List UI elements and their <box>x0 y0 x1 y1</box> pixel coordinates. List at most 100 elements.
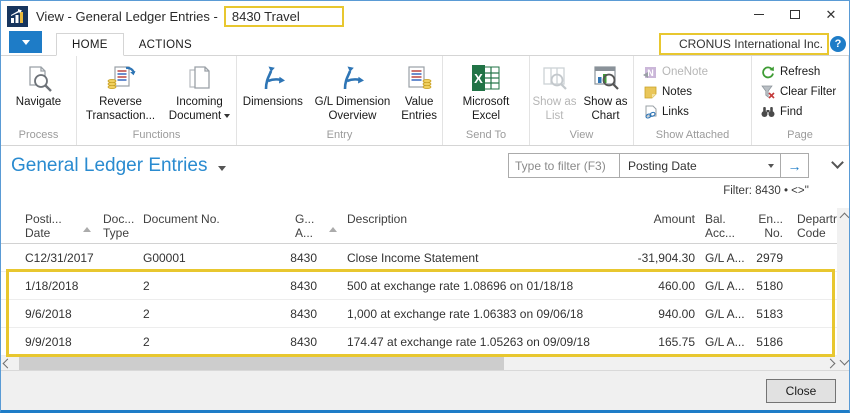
gl-dimension-overview-button[interactable]: G/L Dimension Overview <box>309 58 397 123</box>
notes-icon <box>642 85 658 99</box>
incoming-document-button[interactable]: Incoming Document <box>164 58 236 123</box>
ribbon-group-view: Show as List Show as Chart <box>530 56 634 145</box>
ribbon-group-send-to: X Microsoft Excel Send To <box>443 56 530 145</box>
maximize-icon <box>790 10 800 19</box>
ribbon-group-label: Functions <box>77 128 236 145</box>
page-title-caret-icon <box>218 166 226 171</box>
col-bal-account[interactable]: Bal.Acc... <box>697 212 749 240</box>
sort-ascending-icon <box>83 227 91 232</box>
window-controls: ✕ <box>741 1 849 27</box>
navigate-button[interactable]: Navigate <box>4 58 74 110</box>
collapse-filter-chevron-icon[interactable] <box>831 156 844 169</box>
application-menu-button[interactable] <box>9 31 42 53</box>
tab-home[interactable]: HOME <box>56 33 124 56</box>
dropdown-caret-icon <box>224 114 230 118</box>
close-icon: ✕ <box>826 8 837 21</box>
sort-ascending-icon <box>329 227 337 232</box>
ribbon-group-label: Page <box>752 128 848 145</box>
col-entry-no[interactable]: En...No. <box>749 212 783 240</box>
footer-bar: Close <box>1 370 849 410</box>
links-icon <box>642 105 658 119</box>
dynamics-nav-app-icon <box>7 6 28 27</box>
reverse-transaction-button[interactable]: Reverse Transaction... <box>78 58 164 123</box>
grid-header-row[interactable]: Posti...Date Doc...Type Document No. G..… <box>1 208 837 244</box>
page-header: General Ledger Entries Posting Date → Fi… <box>1 146 849 208</box>
horizontal-scrollbar[interactable] <box>1 356 837 370</box>
ribbon-tab-row: HOME ACTIONS CRONUS International Inc. ? <box>1 31 849 56</box>
scroll-down-icon[interactable] <box>840 356 850 366</box>
col-posting-date[interactable]: Posti...Date <box>9 212 95 240</box>
col-description[interactable]: Description <box>339 212 609 226</box>
ribbon-group-label: Process <box>1 128 76 145</box>
find-icon <box>760 105 776 119</box>
table-row[interactable]: 9/6/2018 2 8430 1,000 at exchange rate 1… <box>1 300 837 328</box>
horizontal-scroll-thumb[interactable] <box>19 356 504 370</box>
clear-filter-button[interactable]: Clear Filter <box>760 82 836 102</box>
table-row[interactable]: 9/9/2018 2 8430 174.47 at exchange rate … <box>1 328 837 356</box>
links-button[interactable]: Links <box>642 102 689 122</box>
notes-button[interactable]: Notes <box>642 82 692 102</box>
ribbon-group-show-attached: N OneNote Notes <box>634 56 752 145</box>
ribbon-group-label: Show Attached <box>634 128 751 145</box>
nav-window: View - General Ledger Entries - 8430 Tra… <box>0 0 850 413</box>
title-bar: View - General Ledger Entries - 8430 Tra… <box>1 1 849 31</box>
table-row[interactable]: 1/18/2018 2 8430 500 at exchange rate 1.… <box>1 272 837 300</box>
dimensions-button[interactable]: Dimensions <box>237 58 309 110</box>
ledger-entries-grid: Posti...Date Doc...Type Document No. G..… <box>1 208 849 370</box>
refresh-icon <box>760 65 776 79</box>
refresh-button[interactable]: Refresh <box>760 62 820 82</box>
show-as-list-icon <box>541 60 569 96</box>
onenote-button: N OneNote <box>642 62 708 82</box>
col-gl-account[interactable]: G...A... <box>285 212 339 240</box>
filter-pane: Posting Date → <box>508 153 809 178</box>
tab-actions[interactable]: ACTIONS <box>124 34 207 55</box>
ribbon-group-functions: Reverse Transaction... Incoming Document… <box>77 56 237 145</box>
col-amount[interactable]: Amount <box>609 212 697 226</box>
show-as-chart-button[interactable]: Show as Chart <box>579 58 633 123</box>
svg-text:X: X <box>474 71 483 86</box>
scroll-up-icon[interactable] <box>840 213 850 223</box>
company-name: CRONUS International Inc. <box>659 33 829 55</box>
apply-filter-button[interactable]: → <box>781 154 808 177</box>
show-as-list-button: Show as List <box>531 58 579 123</box>
chevron-down-icon <box>22 40 30 45</box>
value-entries-icon <box>404 60 434 96</box>
ribbon-group-label: View <box>530 128 633 145</box>
find-button[interactable]: Find <box>760 102 802 122</box>
col-document-type[interactable]: Doc...Type <box>95 212 135 240</box>
scroll-right-icon[interactable] <box>826 358 836 368</box>
chevron-down-icon <box>768 164 774 168</box>
table-row[interactable]: C12/31/2017 G00001 8430 Close Income Sta… <box>1 244 837 272</box>
close-button[interactable]: Close <box>766 379 836 403</box>
ribbon-group-page: Refresh Clear Filter <box>752 56 849 145</box>
dimension-overview-icon <box>337 60 367 96</box>
page-title[interactable]: General Ledger Entries <box>11 155 226 177</box>
scroll-left-icon[interactable] <box>3 358 13 368</box>
help-icon[interactable]: ? <box>830 36 846 52</box>
excel-icon: X <box>471 60 501 96</box>
maximize-button[interactable] <box>777 1 813 27</box>
incoming-document-icon <box>186 60 214 96</box>
reverse-transaction-icon <box>105 60 137 96</box>
ribbon-group-label: Send To <box>443 128 529 145</box>
filter-input[interactable] <box>509 154 619 177</box>
minimize-button[interactable] <box>741 1 777 27</box>
ribbon-group-process: Navigate Process <box>1 56 77 145</box>
col-document-no[interactable]: Document No. <box>135 212 285 226</box>
navigate-icon <box>24 60 54 96</box>
minimize-icon <box>754 14 764 15</box>
clear-filter-icon <box>760 85 776 99</box>
value-entries-button[interactable]: Value Entries <box>396 58 442 123</box>
onenote-icon: N <box>642 65 658 79</box>
microsoft-excel-button[interactable]: X Microsoft Excel <box>451 58 521 123</box>
window-title: View - General Ledger Entries - <box>36 9 218 24</box>
show-as-chart-icon <box>592 60 620 96</box>
ribbon-group-entry: Dimensions G/L Dimension Overview <box>237 56 443 145</box>
close-window-button[interactable]: ✕ <box>813 1 849 27</box>
col-department-code[interactable]: DepartrCode <box>783 212 837 240</box>
filter-column-dropdown[interactable]: Posting Date <box>620 154 780 177</box>
window-title-highlight: 8430 Travel <box>224 6 344 27</box>
ribbon: Navigate Process <box>1 56 849 146</box>
filter-status: Filter: 8430 • <>'' <box>723 185 809 197</box>
vertical-scrollbar[interactable] <box>837 208 850 370</box>
